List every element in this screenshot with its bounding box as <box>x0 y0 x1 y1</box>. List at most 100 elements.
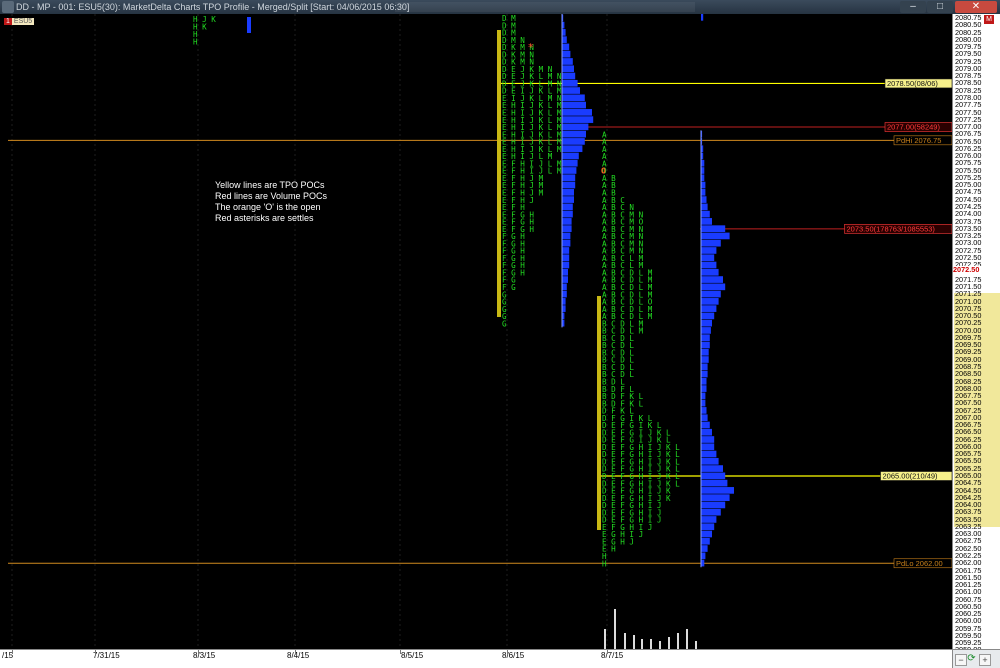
volume-bar <box>659 641 661 649</box>
volume-histogram-bar <box>701 363 708 371</box>
volume-histogram-bar <box>562 247 570 254</box>
date-tick-mark <box>198 650 199 654</box>
volume-histogram-bar <box>562 254 570 262</box>
date-tick-label: 8/5/15 <box>401 651 424 660</box>
volume-poc-label: 2073.50(178763/1085553) <box>847 224 936 233</box>
volume-histogram-bar <box>701 283 726 291</box>
volume-histogram-bar <box>701 370 708 378</box>
volume-histogram-bar <box>701 392 706 400</box>
volume-bar <box>641 639 643 649</box>
volume-histogram-bar <box>701 334 710 342</box>
volume-histogram-bar <box>562 290 567 298</box>
volume-histogram-bar <box>562 152 579 160</box>
value-area-bar <box>597 296 601 530</box>
chart-area[interactable]: D MD MD MD M ND K M ND K M ND K M ND E J… <box>0 14 952 649</box>
window-title: DD - MP - 001: ESU5(30): MarketDelta Cha… <box>16 2 410 12</box>
volume-histogram-bar <box>562 181 576 189</box>
volume-histogram-bar <box>701 341 710 349</box>
axis-mode-badge[interactable]: M <box>984 15 994 24</box>
date-tick-label: 8/7/15 <box>601 651 624 660</box>
volume-histogram-bar <box>247 17 251 33</box>
volume-histogram-bar <box>562 130 586 138</box>
volume-histogram-bar <box>701 232 730 240</box>
volume-histogram-bar <box>701 508 721 516</box>
tpo-poc-label: 2065.00(210/49) <box>883 472 939 481</box>
volume-histogram-bar <box>562 174 576 182</box>
zoom-in-button[interactable]: + <box>979 654 991 666</box>
chart-number: 1 <box>4 18 12 25</box>
note-line: The orange 'O' is the open <box>215 202 321 212</box>
date-tick-mark <box>295 650 296 654</box>
volume-histogram-bar <box>562 276 568 283</box>
volume-histogram-bar <box>562 261 570 269</box>
close-button[interactable]: ✕ <box>955 1 997 13</box>
maximize-button[interactable]: □ <box>927 1 953 13</box>
date-tick-mark <box>95 650 96 654</box>
volume-histogram-bar <box>562 123 589 131</box>
volume-histogram-bar <box>701 312 715 320</box>
volume-histogram-bar <box>701 225 726 232</box>
volume-histogram-bar <box>701 530 712 538</box>
volume-histogram-bar <box>562 72 576 80</box>
volume-histogram-bar <box>701 472 726 480</box>
tpo-row: G <box>502 319 507 328</box>
volume-histogram-bar <box>562 116 594 123</box>
date-tick-label: 8/3/15 <box>193 651 216 660</box>
tpo-poc-label: 2078.50(08/06) <box>887 79 938 88</box>
volume-histogram-bar <box>701 210 710 218</box>
title-bar: DD - MP - 001: ESU5(30): MarketDelta Cha… <box>0 0 1000 14</box>
volume-histogram-bar <box>701 181 706 189</box>
date-axis[interactable]: /15 7/31/15 8/3/15 8/4/15 8/5/15 8/6/15 8/7/15 <box>0 649 952 668</box>
volume-histogram-bar <box>562 218 572 225</box>
price-axis[interactable]: 2080.75 2080.50 2080.25 2080.00 2079.75 2079.… <box>952 14 1000 649</box>
volume-histogram-bar <box>701 385 707 392</box>
date-tick-label: 8/6/15 <box>502 651 525 660</box>
refresh-icon[interactable]: ⟳ <box>966 654 977 664</box>
volume-histogram-bar <box>562 36 567 43</box>
volume-histogram-bar <box>701 290 721 298</box>
date-tick-mark <box>12 650 13 654</box>
volume-histogram-bar <box>701 261 717 269</box>
volume-histogram-bar <box>701 421 710 429</box>
volume-histogram-bar <box>701 14 704 21</box>
volume-histogram-bar <box>562 283 567 291</box>
volume-histogram-bar <box>701 501 726 509</box>
volume-histogram-bar <box>701 203 708 211</box>
symbol-label: ESU5 <box>11 18 35 25</box>
note-line: Red lines are Volume POCs <box>215 191 328 201</box>
volume-bar <box>695 641 697 649</box>
volume-histogram-bar <box>562 225 572 232</box>
volume-histogram-bar <box>562 87 580 94</box>
volume-histogram-bar <box>562 210 573 218</box>
volume-histogram-bar <box>701 196 707 203</box>
volume-histogram-bar <box>562 268 568 276</box>
volume-histogram-bar <box>701 327 711 334</box>
volume-histogram-bar <box>562 159 578 167</box>
volume-histogram-bar <box>701 443 715 451</box>
volume-bar <box>633 635 635 649</box>
volume-histogram-bar <box>562 101 586 109</box>
date-tick-label: 8/4/15 <box>287 651 310 660</box>
volume-histogram-bar <box>701 268 719 276</box>
volume-histogram-bar <box>701 399 706 407</box>
volume-bar <box>686 629 688 649</box>
symbol-badge[interactable]: 1 ESU5 <box>4 17 35 26</box>
volume-histogram-bar <box>701 218 712 225</box>
note-line: Yellow lines are TPO POCs <box>215 180 325 190</box>
volume-histogram-bar <box>562 298 566 305</box>
volume-histogram-bar <box>701 465 723 472</box>
volume-histogram-bar <box>701 239 721 247</box>
volume-histogram-bar <box>701 305 717 312</box>
volume-histogram-bar <box>562 167 577 174</box>
minimize-button[interactable]: – <box>900 1 926 13</box>
volume-bar <box>677 633 679 649</box>
tpo-chart[interactable]: D MD MD MD M ND K M ND K M ND K M ND E J… <box>0 14 952 649</box>
volume-histogram-bar <box>701 319 712 327</box>
volume-histogram-bar <box>701 523 715 531</box>
volume-histogram-bar <box>701 254 715 262</box>
volume-histogram-bar <box>701 247 717 254</box>
volume-bar <box>624 633 626 649</box>
volume-histogram-bar <box>701 414 708 422</box>
volume-histogram-bar <box>562 43 570 51</box>
open-marker: O <box>601 167 606 176</box>
